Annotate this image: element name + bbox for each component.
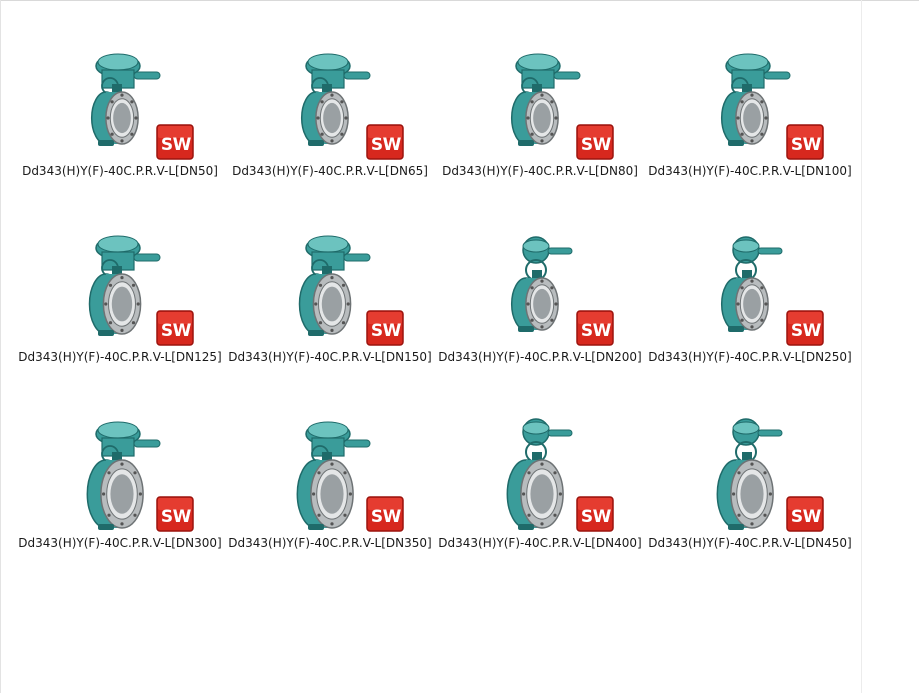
svg-text:W: W — [803, 135, 822, 155]
solidworks-file-icon: S W — [786, 310, 824, 346]
svg-text:W: W — [383, 135, 402, 155]
file-item[interactable]: S W Dd343(H)Y(F)-40C.P.R.V-L[DN100] — [648, 0, 852, 180]
solidworks-file-icon: S W — [786, 496, 824, 532]
file-item[interactable]: S W Dd343(H)Y(F)-40C.P.R.V-L[DN250] — [648, 186, 852, 366]
file-name-label: Dd343(H)Y(F)-40C.P.R.V-L[DN350] — [228, 536, 432, 550]
file-name-label: Dd343(H)Y(F)-40C.P.R.V-L[DN200] — [438, 350, 642, 364]
svg-text:S: S — [791, 135, 803, 155]
solidworks-file-icon: S W — [366, 124, 404, 160]
svg-text:S: S — [791, 321, 803, 341]
file-item[interactable]: S W Dd343(H)Y(F)-40C.P.R.V-L[DN150] — [228, 186, 432, 366]
svg-text:S: S — [581, 321, 593, 341]
solidworks-file-icon: S W — [786, 124, 824, 160]
svg-text:W: W — [173, 507, 192, 527]
file-grid: S W Dd343(H)Y(F)-40C.P.R.V-L[DN50] S W D… — [18, 0, 860, 693]
file-item[interactable]: S W Dd343(H)Y(F)-40C.P.R.V-L[DN400] — [438, 372, 642, 552]
solidworks-file-icon: S W — [366, 496, 404, 532]
solidworks-file-icon: S W — [156, 310, 194, 346]
file-name-label: Dd343(H)Y(F)-40C.P.R.V-L[DN150] — [228, 350, 432, 364]
svg-text:W: W — [383, 507, 402, 527]
svg-text:W: W — [593, 321, 612, 341]
file-item[interactable]: S W Dd343(H)Y(F)-40C.P.R.V-L[DN65] — [230, 0, 430, 180]
file-name-label: Dd343(H)Y(F)-40C.P.R.V-L[DN250] — [648, 350, 852, 364]
svg-text:W: W — [593, 507, 612, 527]
window-left-border — [0, 0, 1, 693]
svg-text:S: S — [371, 507, 383, 527]
svg-text:W: W — [803, 321, 822, 341]
file-name-label: Dd343(H)Y(F)-40C.P.R.V-L[DN300] — [18, 536, 222, 550]
svg-text:S: S — [791, 507, 803, 527]
svg-text:S: S — [161, 135, 173, 155]
file-item[interactable]: S W Dd343(H)Y(F)-40C.P.R.V-L[DN450] — [648, 372, 852, 552]
file-name-label: Dd343(H)Y(F)-40C.P.R.V-L[DN80] — [442, 164, 638, 178]
file-item[interactable]: S W Dd343(H)Y(F)-40C.P.R.V-L[DN50] — [20, 0, 220, 180]
svg-text:W: W — [593, 135, 612, 155]
solidworks-file-icon: S W — [156, 496, 194, 532]
file-item[interactable]: S W Dd343(H)Y(F)-40C.P.R.V-L[DN125] — [18, 186, 222, 366]
svg-text:S: S — [161, 507, 173, 527]
file-name-label: Dd343(H)Y(F)-40C.P.R.V-L[DN450] — [648, 536, 852, 550]
solidworks-file-icon: S W — [576, 310, 614, 346]
solidworks-file-icon: S W — [576, 124, 614, 160]
svg-text:S: S — [371, 321, 383, 341]
solidworks-file-icon: S W — [576, 496, 614, 532]
file-name-label: Dd343(H)Y(F)-40C.P.R.V-L[DN400] — [438, 536, 642, 550]
svg-text:W: W — [173, 321, 192, 341]
file-name-label: Dd343(H)Y(F)-40C.P.R.V-L[DN125] — [18, 350, 222, 364]
svg-text:S: S — [371, 135, 383, 155]
solidworks-file-icon: S W — [366, 310, 404, 346]
file-name-label: Dd343(H)Y(F)-40C.P.R.V-L[DN100] — [648, 164, 852, 178]
solidworks-file-icon: S W — [156, 124, 194, 160]
svg-text:W: W — [803, 507, 822, 527]
file-item[interactable]: S W Dd343(H)Y(F)-40C.P.R.V-L[DN200] — [438, 186, 642, 366]
file-item[interactable]: S W Dd343(H)Y(F)-40C.P.R.V-L[DN80] — [440, 0, 640, 180]
svg-text:W: W — [173, 135, 192, 155]
svg-text:S: S — [581, 507, 593, 527]
file-name-label: Dd343(H)Y(F)-40C.P.R.V-L[DN65] — [232, 164, 428, 178]
pane-divider — [861, 0, 862, 693]
file-name-label: Dd343(H)Y(F)-40C.P.R.V-L[DN50] — [22, 164, 218, 178]
svg-text:S: S — [581, 135, 593, 155]
svg-text:S: S — [161, 321, 173, 341]
svg-text:W: W — [383, 321, 402, 341]
file-item[interactable]: S W Dd343(H)Y(F)-40C.P.R.V-L[DN350] — [228, 372, 432, 552]
file-item[interactable]: S W Dd343(H)Y(F)-40C.P.R.V-L[DN300] — [18, 372, 222, 552]
